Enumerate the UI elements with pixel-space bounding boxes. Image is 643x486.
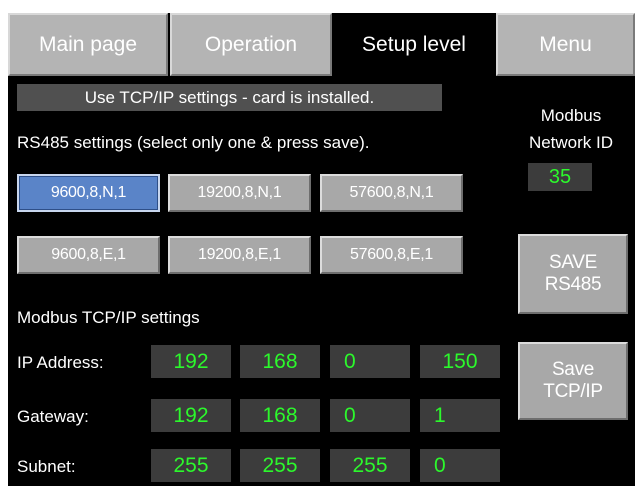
gateway-octet-1[interactable]: 192 [151, 399, 231, 432]
gateway-octet-2[interactable]: 168 [240, 399, 320, 432]
save-tcpip-label-line1: Save [551, 359, 595, 380]
gateway-octet-4[interactable]: 1 [420, 399, 500, 432]
save-tcpip-button[interactable]: Save TCP/IP [518, 342, 628, 420]
tab-main-page[interactable]: Main page [8, 13, 168, 76]
hmi-screen: Main page Operation Setup level Menu Use… [8, 13, 635, 486]
tcpip-heading: Modbus TCP/IP settings [17, 308, 200, 327]
rs485-option-19200-e[interactable]: 19200,8,E,1 [168, 236, 311, 274]
subnet-octet-4[interactable]: 0 [420, 449, 500, 482]
rs485-option-9600-n[interactable]: 9600,8,N,1 [17, 174, 160, 212]
tab-setup-level[interactable]: Setup level [334, 13, 494, 76]
tab-operation[interactable]: Operation [170, 13, 332, 76]
save-tcpip-label-line2: TCP/IP [543, 381, 603, 402]
network-id-label-line1: Modbus [540, 106, 602, 125]
subnet-octet-3[interactable]: 255 [330, 449, 410, 482]
ip-address-label: IP Address: [17, 353, 104, 372]
rs485-option-57600-n[interactable]: 57600,8,N,1 [320, 174, 463, 212]
ip-octet-4[interactable]: 150 [420, 345, 500, 378]
gateway-octet-3[interactable]: 0 [330, 399, 410, 432]
ip-octet-1[interactable]: 192 [151, 345, 231, 378]
save-rs485-label-line2: RS485 [544, 274, 602, 295]
rs485-option-19200-n[interactable]: 19200,8,N,1 [168, 174, 311, 212]
save-rs485-label-line1: SAVE [548, 252, 598, 273]
save-rs485-button[interactable]: SAVE RS485 [518, 234, 628, 314]
subnet-label: Subnet: [17, 457, 76, 476]
rs485-option-57600-e[interactable]: 57600,8,E,1 [320, 236, 463, 274]
network-id-label-line2: Network ID [528, 133, 614, 152]
tcpip-notice: Use TCP/IP settings - card is installed. [17, 84, 442, 111]
rs485-option-9600-e[interactable]: 9600,8,E,1 [17, 236, 160, 274]
gateway-label: Gateway: [17, 407, 89, 426]
ip-octet-2[interactable]: 168 [240, 345, 320, 378]
rs485-heading: RS485 settings (select only one & press … [17, 133, 370, 152]
ip-octet-3[interactable]: 0 [330, 345, 410, 378]
subnet-octet-2[interactable]: 255 [240, 449, 320, 482]
tab-menu[interactable]: Menu [496, 13, 635, 76]
subnet-octet-1[interactable]: 255 [151, 449, 231, 482]
network-id-field[interactable]: 35 [528, 163, 592, 191]
